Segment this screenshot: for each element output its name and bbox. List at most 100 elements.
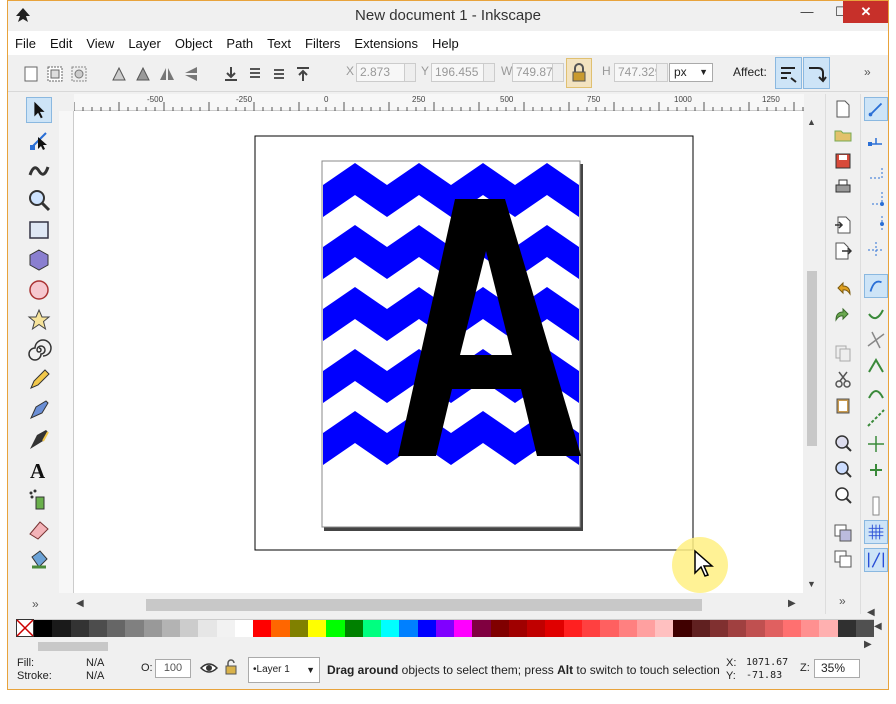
y-input[interactable]: 196.455 [431, 63, 495, 82]
open-icon[interactable] [834, 126, 852, 144]
redo-icon[interactable] [834, 306, 852, 324]
color-swatch[interactable] [801, 620, 820, 637]
color-swatch[interactable] [381, 620, 400, 637]
menu-text[interactable]: Text [260, 31, 298, 51]
snap-cusp-nodes-icon[interactable] [864, 354, 888, 378]
color-swatch[interactable] [307, 620, 327, 637]
snap-bbox-midpoints-icon[interactable] [864, 212, 888, 236]
layer-lock-icon[interactable] [224, 658, 238, 676]
palette-scroll-right-icon[interactable]: ▶ [864, 639, 872, 650]
text-tool-icon[interactable]: A [26, 457, 52, 483]
zoom-tool-icon[interactable] [26, 187, 52, 213]
lower-to-bottom-icon[interactable] [222, 65, 240, 83]
snap-paths-icon[interactable] [864, 302, 888, 326]
snap-toggle-icon[interactable] [864, 97, 888, 121]
snap-rotation-center-icon[interactable] [864, 458, 888, 482]
color-swatch[interactable] [52, 620, 71, 637]
color-swatch[interactable] [107, 620, 126, 637]
w-input[interactable]: 749.878 [512, 63, 564, 82]
color-swatch[interactable] [764, 620, 783, 637]
star-tool-icon[interactable] [26, 307, 52, 333]
rotate-ccw-icon[interactable] [110, 65, 128, 83]
flip-vertical-icon[interactable] [182, 65, 200, 83]
color-swatch[interactable] [490, 620, 509, 637]
snap-bbox-icon[interactable] [864, 132, 888, 156]
fill-value[interactable]: N/A [86, 657, 104, 669]
color-swatch[interactable] [88, 620, 108, 637]
color-swatch[interactable] [563, 620, 582, 637]
select-all-layers-icon[interactable] [46, 65, 64, 83]
color-swatch[interactable] [581, 620, 601, 637]
scroll-left-icon[interactable]: ◀ [76, 598, 84, 609]
color-swatch[interactable] [161, 620, 181, 637]
color-swatch[interactable] [746, 620, 765, 637]
color-swatch[interactable] [326, 620, 345, 637]
toolbar-overflow-icon[interactable]: » [864, 65, 871, 79]
affect-corners-toggle[interactable] [803, 57, 830, 89]
eraser-tool-icon[interactable] [26, 517, 52, 543]
drawing-canvas[interactable] [74, 111, 803, 593]
zoom-selection-icon[interactable] [834, 434, 852, 452]
3d-box-tool-icon[interactable] [26, 247, 52, 273]
flip-horizontal-icon[interactable] [158, 65, 176, 83]
vertical-scroll-thumb[interactable] [807, 271, 817, 446]
h-input[interactable]: 747.329 [614, 63, 668, 82]
color-swatch[interactable] [709, 620, 729, 637]
stroke-value[interactable]: N/A [86, 670, 104, 682]
horizontal-scrollbar[interactable]: ◀ ▶ [74, 596, 803, 614]
color-swatch[interactable] [545, 620, 564, 637]
color-swatch[interactable] [198, 620, 217, 637]
rotate-cw-icon[interactable] [134, 65, 152, 83]
save-icon[interactable] [834, 152, 852, 170]
color-swatch[interactable] [180, 620, 199, 637]
import-icon[interactable] [834, 216, 852, 234]
unit-select[interactable]: px ▼ [669, 63, 713, 82]
raise-icon[interactable] [270, 65, 288, 83]
affect-stroke-toggle[interactable] [775, 57, 802, 89]
copy-icon[interactable] [834, 344, 852, 362]
menu-extensions[interactable]: Extensions [347, 31, 425, 51]
close-button[interactable]: ✕ [843, 1, 888, 23]
paste-icon[interactable] [834, 396, 852, 414]
snap-object-centers-icon[interactable] [864, 432, 888, 456]
color-swatch[interactable] [673, 620, 692, 637]
export-icon[interactable] [834, 242, 852, 260]
select-all-icon[interactable] [22, 65, 40, 83]
palette-menu-icon[interactable]: ◀ [874, 621, 882, 632]
raise-to-top-icon[interactable] [294, 65, 312, 83]
color-swatch[interactable] [855, 620, 875, 637]
color-swatch[interactable] [527, 620, 546, 637]
zoom-drawing-icon[interactable] [834, 460, 852, 478]
scroll-right-icon[interactable]: ▶ [788, 598, 796, 609]
menu-filters[interactable]: Filters [298, 31, 347, 51]
x-input[interactable]: 2.873 [356, 63, 416, 82]
snap-bbox-corners-icon[interactable] [864, 186, 888, 210]
menu-layer[interactable]: Layer [121, 31, 168, 51]
color-swatch[interactable] [70, 620, 89, 637]
color-swatch[interactable] [435, 620, 455, 637]
selector-tool-icon[interactable] [26, 97, 52, 123]
color-swatch[interactable] [289, 620, 308, 637]
color-swatch[interactable] [655, 620, 674, 637]
paint-bucket-tool-icon[interactable] [26, 547, 52, 573]
menu-object[interactable]: Object [168, 31, 220, 51]
color-swatch[interactable] [600, 620, 619, 637]
snap-bbox-center-icon[interactable] [864, 238, 888, 262]
pen-tool-icon[interactable] [26, 397, 52, 423]
menu-view[interactable]: View [79, 31, 121, 51]
color-swatch[interactable] [253, 620, 272, 637]
lock-ratio-button[interactable] [566, 58, 592, 88]
commands-overflow-icon[interactable]: » [839, 594, 846, 608]
color-swatch[interactable] [819, 620, 838, 637]
color-swatch[interactable] [691, 620, 710, 637]
layer-select[interactable]: •Layer 1 ▼ [248, 657, 320, 683]
menu-path[interactable]: Path [219, 31, 260, 51]
color-swatch[interactable] [508, 620, 528, 637]
new-document-icon[interactable] [834, 100, 852, 118]
color-swatch[interactable] [837, 620, 856, 637]
spiral-tool-icon[interactable] [26, 337, 52, 363]
palette-scroll-thumb[interactable] [38, 642, 108, 651]
color-swatch[interactable] [143, 620, 162, 637]
tweak-tool-icon[interactable] [26, 157, 52, 183]
scroll-up-icon[interactable]: ▲ [807, 117, 816, 127]
